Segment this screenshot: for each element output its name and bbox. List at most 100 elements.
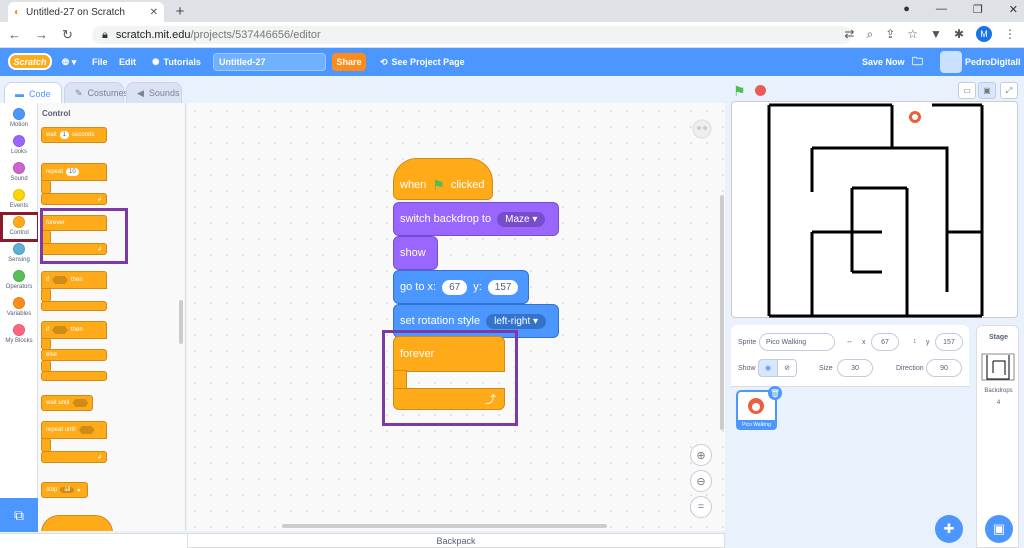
close-window-icon[interactable]: ✕ — [1009, 3, 1018, 16]
browser-menu-icon[interactable]: ⋮ — [1004, 27, 1016, 41]
sprite-x-input[interactable]: 67 — [871, 333, 899, 351]
back-icon[interactable]: ← — [8, 27, 21, 42]
add-extension-button[interactable]: ⧉ — [0, 498, 38, 532]
share-button[interactable]: Share — [332, 53, 366, 71]
edit-menu[interactable]: Edit — [119, 48, 136, 76]
category-motion[interactable]: Motion — [0, 108, 38, 128]
go-to-xy-block[interactable]: go to x: 67 y: 157 — [393, 270, 529, 304]
condition-slot[interactable] — [52, 276, 68, 284]
backpack-bar[interactable]: Backpack — [187, 533, 725, 548]
project-title-input[interactable]: Untitled-27 — [213, 53, 326, 71]
address-bar[interactable]: 🔒︎ scratch.mit.edu/projects/537446656/ed… — [92, 26, 852, 44]
stop-block[interactable]: stop all ▾ — [41, 482, 88, 498]
close-tab-icon[interactable]: ✕ — [150, 7, 158, 18]
sprite-info: Sprite Pico Walking ↔ x 67 ↕ y 157 Show … — [731, 325, 969, 387]
if-then-block[interactable]: if then — [41, 271, 107, 289]
green-flag-button[interactable]: ⚑ — [733, 83, 746, 100]
share-icon[interactable]: ⇪ — [885, 27, 895, 41]
sprite-name-input[interactable]: Pico Walking — [759, 333, 835, 351]
show-visible-button[interactable]: ◉ — [758, 359, 778, 377]
my-stuff-folder-icon[interactable]: 🗀︎ — [912, 48, 923, 76]
trash-icon: 🗑︎ — [769, 388, 781, 398]
my-blocks-dot-icon — [13, 324, 25, 336]
scratch-logo[interactable]: Scratch — [8, 53, 52, 70]
rotation-dropdown[interactable]: left-right ▾ — [486, 313, 547, 329]
stop-dropdown[interactable]: all — [60, 487, 75, 493]
see-project-page-button[interactable]: ⟲ See Project Page — [380, 48, 465, 76]
browser-tab[interactable]: ◐ Untitled-27 on Scratch ✕ — [8, 2, 164, 22]
category-looks[interactable]: Looks — [0, 135, 38, 155]
extension-icon[interactable]: ▼ — [930, 27, 942, 41]
language-globe-icon[interactable]: 🌐︎ ▾ — [62, 48, 76, 76]
repeat-count-input[interactable]: 10 — [66, 168, 79, 176]
tab-code[interactable]: ▬ Code — [4, 82, 62, 104]
wait-block[interactable]: wait 1 seconds — [41, 127, 107, 143]
zoom-in-icon: ⊕ — [696, 449, 706, 462]
small-stage-button[interactable]: ▭ — [958, 82, 976, 99]
condition-slot[interactable] — [78, 426, 95, 434]
puzzle-icon[interactable]: ✱ — [954, 27, 964, 41]
if-mouth — [41, 288, 51, 302]
category-my-blocks[interactable]: My Blocks — [0, 324, 38, 344]
direction-input[interactable]: 90 — [926, 359, 962, 377]
category-sound[interactable]: Sound — [0, 162, 38, 182]
profile-dropdown-icon[interactable]: ● — [903, 3, 910, 16]
stop-button[interactable] — [755, 85, 766, 96]
small-stage-icon: ▭ — [963, 86, 971, 95]
minimize-icon[interactable]: — — [936, 3, 947, 16]
reload-icon[interactable]: ↻ — [62, 27, 73, 43]
condition-slot[interactable] — [72, 399, 89, 407]
translate-icon[interactable]: ⇄ — [844, 27, 854, 41]
wait-seconds-input[interactable]: 1 — [59, 131, 70, 139]
if-else-block[interactable]: if then — [41, 321, 107, 339]
user-avatar[interactable] — [940, 51, 962, 73]
when-label: when — [400, 179, 427, 191]
bookmark-star-icon[interactable]: ☆ — [907, 27, 918, 41]
normal-stage-button[interactable]: ▣ — [978, 82, 996, 99]
then-label: then — [71, 327, 83, 333]
zoom-in-button[interactable]: ⊕ — [690, 444, 712, 466]
delete-sprite-button[interactable]: 🗑︎ — [768, 386, 782, 400]
palette-scrollbar[interactable] — [179, 300, 183, 344]
save-now-button[interactable]: Save Now — [862, 48, 905, 76]
x-input[interactable]: 67 — [442, 279, 468, 295]
show-block[interactable]: show — [393, 236, 438, 270]
size-input[interactable]: 30 — [837, 359, 873, 377]
zoom-icon[interactable]: ⌕ — [866, 27, 873, 42]
show-hidden-button[interactable]: ⊘ — [777, 359, 797, 377]
stage-canvas[interactable] — [731, 101, 1018, 318]
cat-plus-icon: ✚ — [943, 521, 955, 536]
wait-until-block[interactable]: wait until — [41, 395, 93, 411]
choose-backdrop-button[interactable]: ▣ — [985, 515, 1013, 543]
zoom-out-button[interactable]: ⊖ — [690, 470, 712, 492]
tutorials-button[interactable]: ✺ Tutorials — [152, 48, 201, 76]
condition-slot[interactable] — [52, 326, 68, 334]
backdrop-dropdown[interactable]: Maze ▾ — [497, 211, 546, 227]
file-menu[interactable]: File — [92, 48, 108, 76]
variables-dot-icon — [13, 297, 25, 309]
choose-sprite-button[interactable]: ✚ — [935, 515, 963, 543]
y-input[interactable]: 157 — [487, 279, 519, 295]
tab-costumes[interactable]: ✎ Costumes — [64, 82, 128, 104]
switch-backdrop-block[interactable]: switch backdrop to Maze ▾ — [393, 202, 559, 236]
workspace-horizontal-scrollbar[interactable] — [282, 524, 607, 528]
profile-avatar[interactable]: M — [976, 26, 992, 42]
category-operators[interactable]: Operators — [0, 270, 38, 290]
fullscreen-button[interactable]: ⤢ — [1000, 82, 1018, 99]
forward-icon[interactable]: → — [35, 27, 48, 42]
when-start-as-clone-block[interactable] — [41, 515, 113, 531]
repeat-block[interactable]: repeat 10 — [41, 163, 107, 181]
sprite-y-input[interactable]: 157 — [935, 333, 963, 351]
account-menu[interactable]: PedroDigitall▾ — [965, 48, 1024, 76]
workspace-vertical-scrollbar[interactable] — [720, 195, 724, 430]
zoom-reset-button[interactable]: = — [690, 496, 712, 518]
tab-sounds[interactable]: ◀ Sounds — [126, 82, 182, 104]
repeat-until-block[interactable]: repeat until — [41, 421, 107, 439]
repeat-until-label: repeat until — [46, 427, 76, 433]
when-flag-clicked-block[interactable]: when ⚑ clicked — [393, 158, 493, 200]
category-events[interactable]: Events — [0, 189, 38, 209]
restore-icon[interactable]: ❐ — [973, 3, 983, 16]
new-tab-icon[interactable]: + — [172, 2, 188, 20]
category-variables[interactable]: Variables — [0, 297, 38, 317]
category-sensing[interactable]: Sensing — [0, 243, 38, 263]
